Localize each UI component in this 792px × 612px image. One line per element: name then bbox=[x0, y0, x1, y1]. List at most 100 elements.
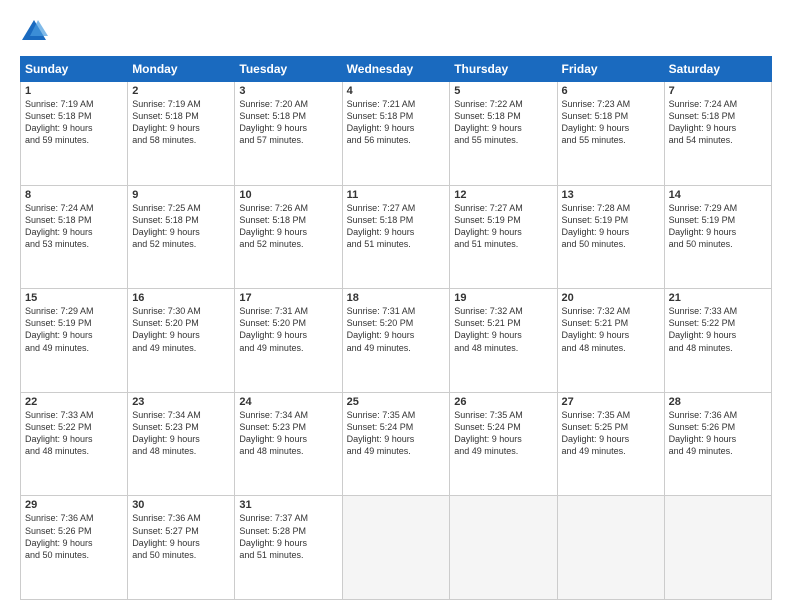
day-info: Sunrise: 7:34 AM Sunset: 5:23 PM Dayligh… bbox=[239, 409, 337, 458]
day-cell: 18Sunrise: 7:31 AM Sunset: 5:20 PM Dayli… bbox=[342, 289, 450, 393]
day-cell: 10Sunrise: 7:26 AM Sunset: 5:18 PM Dayli… bbox=[235, 185, 342, 289]
day-number: 17 bbox=[239, 292, 337, 304]
day-number: 24 bbox=[239, 396, 337, 408]
day-info: Sunrise: 7:27 AM Sunset: 5:18 PM Dayligh… bbox=[347, 202, 446, 251]
col-header-thursday: Thursday bbox=[450, 57, 557, 82]
day-number: 13 bbox=[562, 189, 660, 201]
day-number: 16 bbox=[132, 292, 230, 304]
day-cell: 7Sunrise: 7:24 AM Sunset: 5:18 PM Daylig… bbox=[664, 82, 771, 186]
day-cell: 12Sunrise: 7:27 AM Sunset: 5:19 PM Dayli… bbox=[450, 185, 557, 289]
day-info: Sunrise: 7:25 AM Sunset: 5:18 PM Dayligh… bbox=[132, 202, 230, 251]
day-cell: 15Sunrise: 7:29 AM Sunset: 5:19 PM Dayli… bbox=[21, 289, 128, 393]
day-info: Sunrise: 7:28 AM Sunset: 5:19 PM Dayligh… bbox=[562, 202, 660, 251]
day-number: 6 bbox=[562, 85, 660, 97]
week-row-2: 8Sunrise: 7:24 AM Sunset: 5:18 PM Daylig… bbox=[21, 185, 772, 289]
week-row-1: 1Sunrise: 7:19 AM Sunset: 5:18 PM Daylig… bbox=[21, 82, 772, 186]
day-cell: 20Sunrise: 7:32 AM Sunset: 5:21 PM Dayli… bbox=[557, 289, 664, 393]
day-info: Sunrise: 7:35 AM Sunset: 5:24 PM Dayligh… bbox=[347, 409, 446, 458]
day-number: 22 bbox=[25, 396, 123, 408]
col-header-saturday: Saturday bbox=[664, 57, 771, 82]
day-cell: 17Sunrise: 7:31 AM Sunset: 5:20 PM Dayli… bbox=[235, 289, 342, 393]
day-cell: 13Sunrise: 7:28 AM Sunset: 5:19 PM Dayli… bbox=[557, 185, 664, 289]
day-number: 15 bbox=[25, 292, 123, 304]
day-number: 26 bbox=[454, 396, 552, 408]
day-info: Sunrise: 7:35 AM Sunset: 5:24 PM Dayligh… bbox=[454, 409, 552, 458]
day-cell: 8Sunrise: 7:24 AM Sunset: 5:18 PM Daylig… bbox=[21, 185, 128, 289]
day-info: Sunrise: 7:31 AM Sunset: 5:20 PM Dayligh… bbox=[347, 305, 446, 354]
day-number: 11 bbox=[347, 189, 446, 201]
day-info: Sunrise: 7:32 AM Sunset: 5:21 PM Dayligh… bbox=[454, 305, 552, 354]
day-cell: 22Sunrise: 7:33 AM Sunset: 5:22 PM Dayli… bbox=[21, 392, 128, 496]
day-info: Sunrise: 7:21 AM Sunset: 5:18 PM Dayligh… bbox=[347, 98, 446, 147]
day-cell: 27Sunrise: 7:35 AM Sunset: 5:25 PM Dayli… bbox=[557, 392, 664, 496]
day-info: Sunrise: 7:19 AM Sunset: 5:18 PM Dayligh… bbox=[25, 98, 123, 147]
week-row-3: 15Sunrise: 7:29 AM Sunset: 5:19 PM Dayli… bbox=[21, 289, 772, 393]
col-header-sunday: Sunday bbox=[21, 57, 128, 82]
day-cell: 26Sunrise: 7:35 AM Sunset: 5:24 PM Dayli… bbox=[450, 392, 557, 496]
day-cell: 5Sunrise: 7:22 AM Sunset: 5:18 PM Daylig… bbox=[450, 82, 557, 186]
day-cell: 4Sunrise: 7:21 AM Sunset: 5:18 PM Daylig… bbox=[342, 82, 450, 186]
day-cell: 9Sunrise: 7:25 AM Sunset: 5:18 PM Daylig… bbox=[128, 185, 235, 289]
day-cell: 29Sunrise: 7:36 AM Sunset: 5:26 PM Dayli… bbox=[21, 496, 128, 600]
day-cell bbox=[557, 496, 664, 600]
day-number: 18 bbox=[347, 292, 446, 304]
day-info: Sunrise: 7:37 AM Sunset: 5:28 PM Dayligh… bbox=[239, 512, 337, 561]
logo bbox=[20, 18, 52, 46]
day-info: Sunrise: 7:29 AM Sunset: 5:19 PM Dayligh… bbox=[25, 305, 123, 354]
day-number: 8 bbox=[25, 189, 123, 201]
day-info: Sunrise: 7:24 AM Sunset: 5:18 PM Dayligh… bbox=[669, 98, 767, 147]
day-number: 2 bbox=[132, 85, 230, 97]
day-cell bbox=[342, 496, 450, 600]
day-number: 12 bbox=[454, 189, 552, 201]
day-cell: 3Sunrise: 7:20 AM Sunset: 5:18 PM Daylig… bbox=[235, 82, 342, 186]
day-cell: 1Sunrise: 7:19 AM Sunset: 5:18 PM Daylig… bbox=[21, 82, 128, 186]
day-info: Sunrise: 7:30 AM Sunset: 5:20 PM Dayligh… bbox=[132, 305, 230, 354]
day-info: Sunrise: 7:31 AM Sunset: 5:20 PM Dayligh… bbox=[239, 305, 337, 354]
day-cell: 23Sunrise: 7:34 AM Sunset: 5:23 PM Dayli… bbox=[128, 392, 235, 496]
day-cell: 21Sunrise: 7:33 AM Sunset: 5:22 PM Dayli… bbox=[664, 289, 771, 393]
col-header-wednesday: Wednesday bbox=[342, 57, 450, 82]
day-info: Sunrise: 7:32 AM Sunset: 5:21 PM Dayligh… bbox=[562, 305, 660, 354]
header-row: SundayMondayTuesdayWednesdayThursdayFrid… bbox=[21, 57, 772, 82]
day-number: 30 bbox=[132, 499, 230, 511]
day-info: Sunrise: 7:35 AM Sunset: 5:25 PM Dayligh… bbox=[562, 409, 660, 458]
day-info: Sunrise: 7:23 AM Sunset: 5:18 PM Dayligh… bbox=[562, 98, 660, 147]
day-number: 28 bbox=[669, 396, 767, 408]
logo-icon bbox=[20, 18, 48, 46]
day-cell: 31Sunrise: 7:37 AM Sunset: 5:28 PM Dayli… bbox=[235, 496, 342, 600]
day-info: Sunrise: 7:19 AM Sunset: 5:18 PM Dayligh… bbox=[132, 98, 230, 147]
col-header-monday: Monday bbox=[128, 57, 235, 82]
day-cell: 28Sunrise: 7:36 AM Sunset: 5:26 PM Dayli… bbox=[664, 392, 771, 496]
day-number: 20 bbox=[562, 292, 660, 304]
day-info: Sunrise: 7:36 AM Sunset: 5:26 PM Dayligh… bbox=[25, 512, 123, 561]
calendar-table: SundayMondayTuesdayWednesdayThursdayFrid… bbox=[20, 56, 772, 600]
day-number: 19 bbox=[454, 292, 552, 304]
day-info: Sunrise: 7:34 AM Sunset: 5:23 PM Dayligh… bbox=[132, 409, 230, 458]
day-number: 4 bbox=[347, 85, 446, 97]
day-number: 1 bbox=[25, 85, 123, 97]
day-number: 5 bbox=[454, 85, 552, 97]
day-number: 31 bbox=[239, 499, 337, 511]
day-info: Sunrise: 7:33 AM Sunset: 5:22 PM Dayligh… bbox=[669, 305, 767, 354]
day-info: Sunrise: 7:22 AM Sunset: 5:18 PM Dayligh… bbox=[454, 98, 552, 147]
header bbox=[20, 18, 772, 46]
day-cell: 11Sunrise: 7:27 AM Sunset: 5:18 PM Dayli… bbox=[342, 185, 450, 289]
day-info: Sunrise: 7:20 AM Sunset: 5:18 PM Dayligh… bbox=[239, 98, 337, 147]
day-cell: 2Sunrise: 7:19 AM Sunset: 5:18 PM Daylig… bbox=[128, 82, 235, 186]
day-info: Sunrise: 7:29 AM Sunset: 5:19 PM Dayligh… bbox=[669, 202, 767, 251]
day-number: 29 bbox=[25, 499, 123, 511]
day-info: Sunrise: 7:26 AM Sunset: 5:18 PM Dayligh… bbox=[239, 202, 337, 251]
week-row-5: 29Sunrise: 7:36 AM Sunset: 5:26 PM Dayli… bbox=[21, 496, 772, 600]
day-cell: 16Sunrise: 7:30 AM Sunset: 5:20 PM Dayli… bbox=[128, 289, 235, 393]
day-number: 23 bbox=[132, 396, 230, 408]
day-cell: 6Sunrise: 7:23 AM Sunset: 5:18 PM Daylig… bbox=[557, 82, 664, 186]
day-number: 9 bbox=[132, 189, 230, 201]
day-cell bbox=[450, 496, 557, 600]
day-number: 27 bbox=[562, 396, 660, 408]
day-number: 21 bbox=[669, 292, 767, 304]
day-number: 3 bbox=[239, 85, 337, 97]
day-info: Sunrise: 7:36 AM Sunset: 5:26 PM Dayligh… bbox=[669, 409, 767, 458]
day-number: 7 bbox=[669, 85, 767, 97]
day-number: 25 bbox=[347, 396, 446, 408]
day-cell: 24Sunrise: 7:34 AM Sunset: 5:23 PM Dayli… bbox=[235, 392, 342, 496]
